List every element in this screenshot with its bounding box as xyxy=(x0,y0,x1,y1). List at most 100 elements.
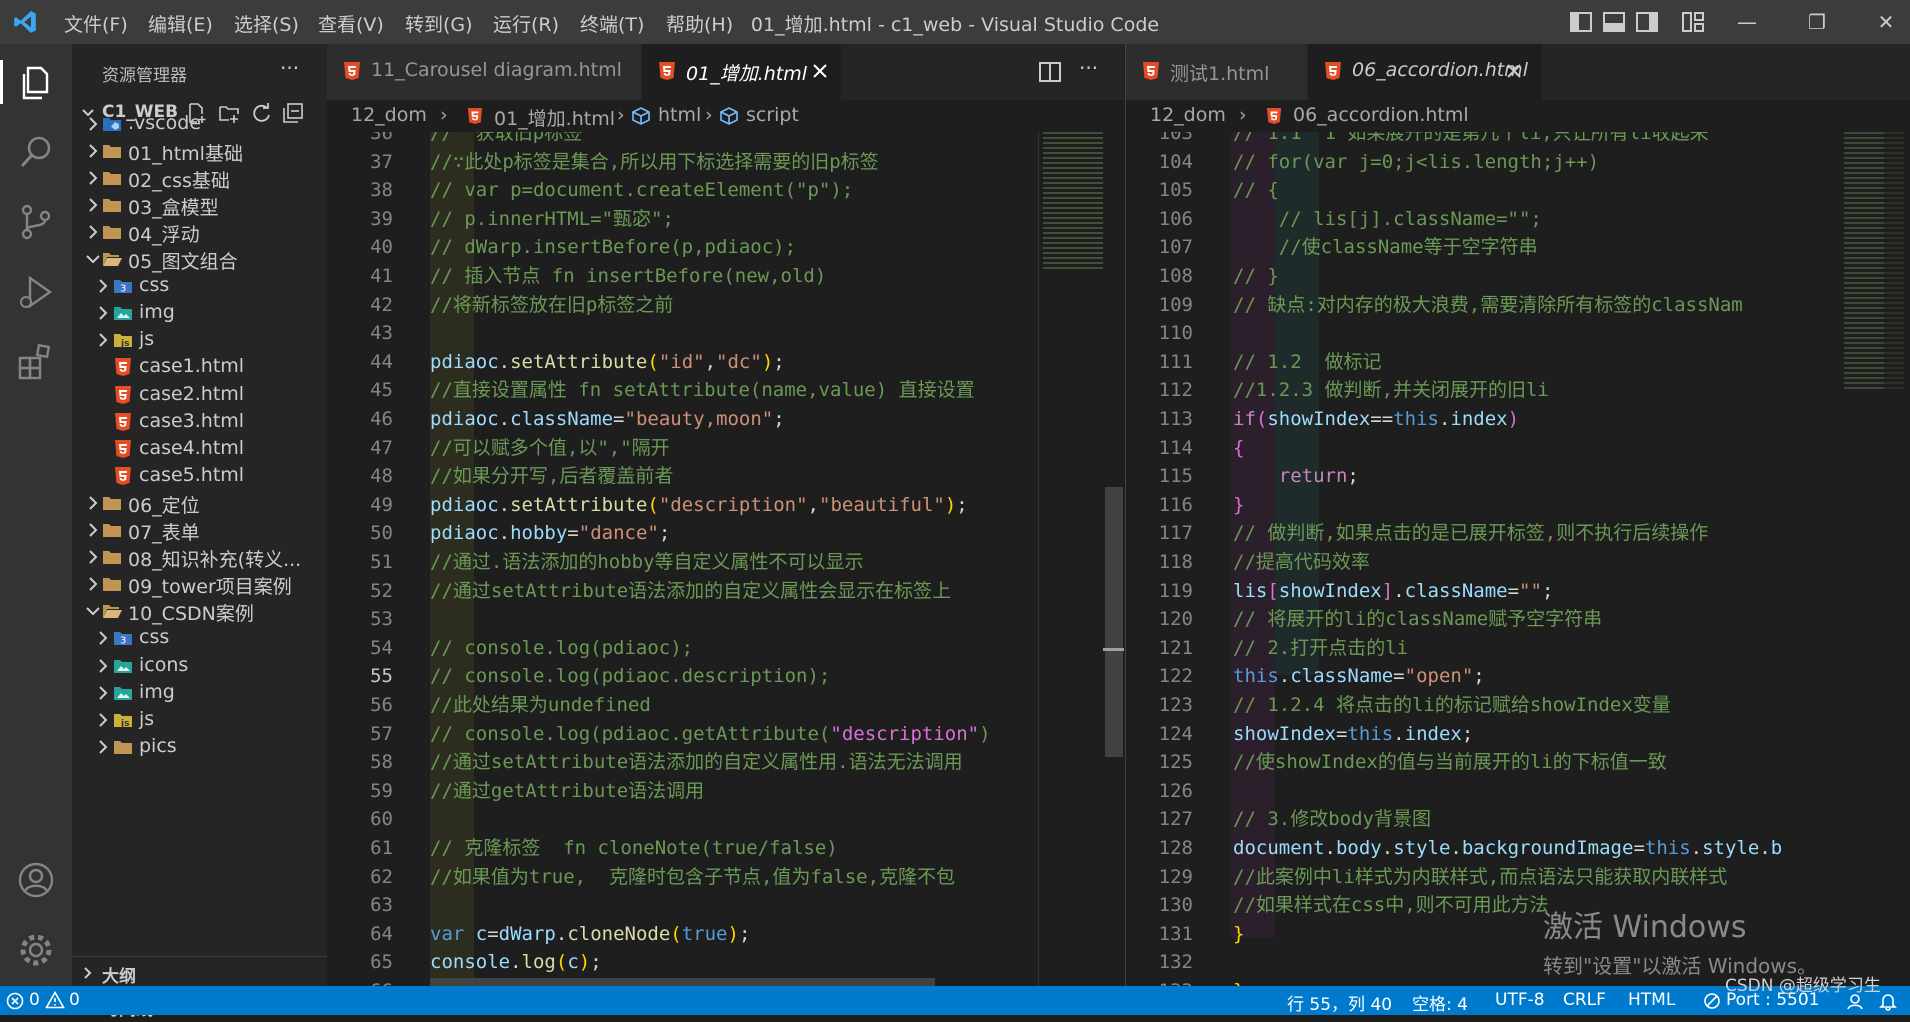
tab-carousel[interactable]: 11_Carousel diagram.html xyxy=(327,44,642,100)
tab-06-accordion[interactable]: 06_accordion.html xyxy=(1308,44,1543,100)
left-scrollbar-thumb[interactable] xyxy=(1105,487,1123,757)
code-line[interactable]: //通过getAttribute语法调用 xyxy=(430,777,704,806)
right-code-area[interactable]: 103 // 1.1 1 如果展开的是第几个li,只让所有li收起来 104 // f… xyxy=(1126,132,1910,986)
code-line[interactable]: pdiaoc.setAttribute("description","beaut… xyxy=(430,491,968,520)
close-tab-icon[interactable] xyxy=(1506,63,1522,79)
code-line[interactable]: pdiaoc.className="beauty,moon"; xyxy=(430,405,785,434)
tree-folder[interactable]: pics xyxy=(72,731,327,764)
code-line[interactable]: // dWarp.insertBefore(p,pdiaoc); xyxy=(430,233,796,262)
line-number[interactable]: 133 xyxy=(1126,977,1193,986)
code-line[interactable]: if(showIndex==this.index) xyxy=(1233,405,1519,434)
code-line[interactable]: // 1.2.4 将点击的li的标记赋给showIndex变量 xyxy=(1233,691,1671,720)
line-number[interactable]: 49 xyxy=(327,491,393,520)
toggle-panel-icon[interactable] xyxy=(1603,12,1625,32)
line-number[interactable]: 57 xyxy=(327,720,393,749)
line-number[interactable]: 111 xyxy=(1126,348,1193,377)
line-ending[interactable]: CRLF xyxy=(1563,990,1606,1010)
code-line[interactable]: // p.innerHTML="甄宓"; xyxy=(430,205,674,234)
code-line[interactable]: pdiaoc.hobby="dance"; xyxy=(430,519,670,548)
line-number[interactable]: 106 xyxy=(1126,205,1193,234)
breadcrumb-folder[interactable]: 12_dom xyxy=(1150,104,1226,126)
line-number[interactable]: 56 xyxy=(327,691,393,720)
left-code-area[interactable]: 36 // 获取旧p标签 37 //∵此处p标签是集合,所以用下标选择需要的旧p标签 3… xyxy=(327,132,1124,986)
menu-edit[interactable]: 编辑(E) xyxy=(148,10,213,37)
line-number[interactable]: 129 xyxy=(1126,863,1193,892)
indentation[interactable]: 空格: 4 xyxy=(1412,990,1468,1015)
line-number[interactable]: 46 xyxy=(327,405,393,434)
minimize-icon[interactable]: — xyxy=(1727,6,1767,38)
menu-run[interactable]: 运行(R) xyxy=(493,10,559,37)
line-number[interactable]: 38 xyxy=(327,176,393,205)
code-line[interactable]: // { xyxy=(1233,176,1279,205)
line-number[interactable]: 63 xyxy=(327,891,393,920)
code-line[interactable]: // 1.1 1 如果展开的是第几个li,只让所有li收起来 xyxy=(1233,132,1709,148)
line-number[interactable]: 131 xyxy=(1126,920,1193,949)
line-number[interactable]: 113 xyxy=(1126,405,1193,434)
line-number[interactable]: 45 xyxy=(327,376,393,405)
line-number[interactable]: 116 xyxy=(1126,491,1193,520)
code-line[interactable]: // var p=document.createElement("p"); xyxy=(430,176,853,205)
line-number[interactable]: 122 xyxy=(1126,662,1193,691)
minimap[interactable] xyxy=(1043,132,1103,272)
code-line[interactable]: showIndex=this.index; xyxy=(1233,720,1473,749)
editor-more-actions-icon[interactable]: ··· xyxy=(1079,56,1098,80)
restore-icon[interactable]: ❐ xyxy=(1797,6,1837,38)
run-debug-icon[interactable] xyxy=(14,270,58,314)
error-count[interactable]: 0 xyxy=(29,990,40,1010)
horizontal-scrollbar-thumb[interactable] xyxy=(430,978,935,986)
line-number[interactable]: 51 xyxy=(327,548,393,577)
code-line[interactable]: } xyxy=(1233,491,1244,520)
line-number[interactable]: 105 xyxy=(1126,176,1193,205)
code-line[interactable]: var c=dWarp.cloneNode(true); xyxy=(430,920,750,949)
code-line[interactable]: //此案例中li样式为内联样式,而点语法只能获取内联样式 xyxy=(1233,863,1727,892)
outline-section[interactable]: 大纲 xyxy=(72,957,327,989)
line-number[interactable]: 117 xyxy=(1126,519,1193,548)
line-number[interactable]: 109 xyxy=(1126,291,1193,320)
line-number[interactable]: 121 xyxy=(1126,634,1193,663)
code-line[interactable]: // 克隆标签 fn cloneNote(true/false) xyxy=(430,834,838,863)
code-line[interactable]: // 1.2 做标记 xyxy=(1233,348,1382,377)
warning-icon[interactable] xyxy=(45,991,65,1009)
line-number[interactable]: 120 xyxy=(1126,605,1193,634)
code-line[interactable]: // } xyxy=(1233,262,1279,291)
line-number[interactable]: 108 xyxy=(1126,262,1193,291)
tab-01-add[interactable]: 01_增加.html xyxy=(642,44,842,100)
menu-help[interactable]: 帮助(H) xyxy=(666,10,733,37)
line-number[interactable]: 115 xyxy=(1126,462,1193,491)
cursor-position[interactable]: 行 55，列 40 xyxy=(1287,990,1392,1015)
line-number[interactable]: 125 xyxy=(1126,748,1193,777)
code-line[interactable]: // 将展开的li的className赋予空字符串 xyxy=(1233,605,1602,634)
explorer-icon[interactable] xyxy=(14,60,58,104)
code-line[interactable]: // console.log(pdiaoc.getAttribute("desc… xyxy=(430,720,991,749)
tab-test1[interactable]: 测试1.html xyxy=(1126,44,1308,100)
breadcrumb-script[interactable]: script xyxy=(746,104,799,126)
code-line[interactable]: // 缺点:对内存的极大浪费,需要清除所有标签的classNam xyxy=(1233,291,1743,320)
breadcrumb-file[interactable]: 06_accordion.html xyxy=(1293,104,1469,126)
line-number[interactable]: 62 xyxy=(327,863,393,892)
line-number[interactable]: 124 xyxy=(1126,720,1193,749)
notifications-bell-icon[interactable] xyxy=(1878,991,1898,1011)
account-icon[interactable] xyxy=(14,858,58,902)
line-number[interactable]: 65 xyxy=(327,948,393,977)
line-number[interactable]: 123 xyxy=(1126,691,1193,720)
breadcrumb-folder[interactable]: 12_dom xyxy=(351,104,427,126)
line-number[interactable]: 43 xyxy=(327,319,393,348)
breadcrumb-file[interactable]: 01_增加.html xyxy=(494,104,615,131)
menu-terminal[interactable]: 终端(T) xyxy=(580,10,644,37)
line-number[interactable]: 39 xyxy=(327,205,393,234)
settings-gear-icon[interactable] xyxy=(14,928,58,972)
line-number[interactable]: 50 xyxy=(327,519,393,548)
line-number[interactable]: 66 xyxy=(327,977,393,986)
code-line[interactable]: // 做判断,如果点击的是已展开标签,则不执行后续操作 xyxy=(1233,519,1708,548)
line-number[interactable]: 40 xyxy=(327,233,393,262)
line-number[interactable]: 59 xyxy=(327,777,393,806)
breadcrumb-html[interactable]: html xyxy=(658,104,701,126)
line-number[interactable]: 128 xyxy=(1126,834,1193,863)
code-line[interactable]: this.className="open"; xyxy=(1233,662,1485,691)
close-tab-icon[interactable] xyxy=(812,63,828,79)
code-line[interactable]: // console.log(pdiaoc); xyxy=(430,634,693,663)
line-number[interactable]: 54 xyxy=(327,634,393,663)
more-actions-icon[interactable]: ··· xyxy=(280,56,299,80)
code-line[interactable]: //使className等于空字符串 xyxy=(1233,233,1538,262)
code-line[interactable]: // 获取旧p标签 xyxy=(430,132,582,148)
